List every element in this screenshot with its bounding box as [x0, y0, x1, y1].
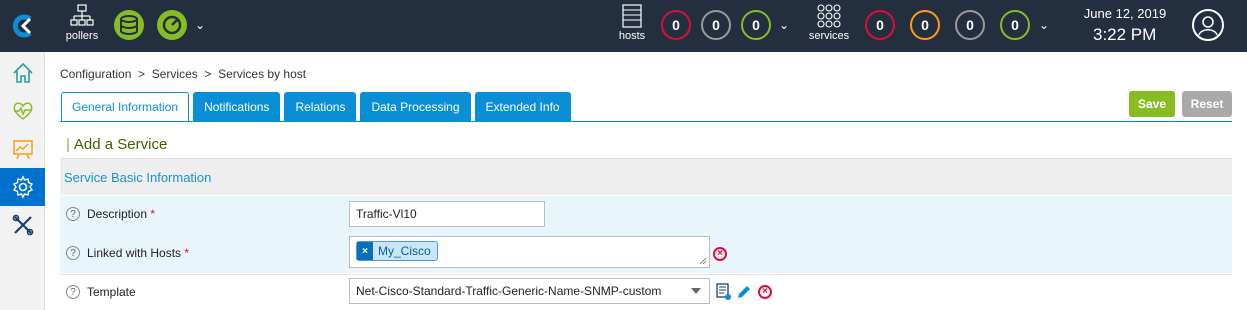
dropdown-arrow-icon — [691, 288, 701, 294]
sidebar-item-configuration[interactable] — [0, 168, 45, 206]
sidebar-item-home[interactable] — [0, 54, 45, 92]
hosts-down-count[interactable]: 0 — [661, 10, 691, 40]
form-title-text: Add a Service — [73, 136, 168, 153]
hosts-button[interactable]: hosts — [615, 4, 649, 42]
sidebar-item-monitoring[interactable] — [0, 92, 45, 130]
monitoring-icon — [13, 102, 32, 120]
hosts-server-icon — [622, 4, 642, 28]
clear-hosts-icon[interactable]: × — [713, 247, 727, 261]
description-input[interactable]: Traffic-Vl10 — [349, 201, 545, 227]
template-select[interactable]: Net-Cisco-Standard-Traffic-Generic-Name-… — [349, 278, 710, 304]
required-marker: * — [150, 207, 156, 221]
services-unknown-count[interactable]: 0 — [955, 10, 985, 40]
template-row: ? Template Net-Cisco-Standard-Traffic-Ge… — [60, 274, 1232, 310]
help-icon[interactable]: ? — [66, 285, 80, 299]
help-icon[interactable]: ? — [66, 246, 80, 260]
configuration-gear-icon — [12, 175, 33, 199]
tab-notifications[interactable]: Notifications — [193, 92, 281, 122]
sidebar-item-reporting[interactable] — [0, 130, 45, 168]
tabs-divider — [60, 121, 1232, 122]
remove-tag-icon[interactable]: × — [357, 242, 373, 260]
user-profile-icon[interactable] — [1192, 9, 1224, 41]
tab-general-information[interactable]: General Information — [61, 92, 190, 122]
linked-hosts-label: Linked with Hosts * — [87, 246, 190, 260]
hosts-label: hosts — [618, 30, 646, 42]
template-selected-value: Net-Cisco-Standard-Traffic-Generic-Name-… — [356, 284, 662, 298]
database-status-icon[interactable] — [114, 10, 144, 40]
section-header: Service Basic Information — [60, 159, 1232, 195]
view-template-icon[interactable] — [716, 283, 732, 301]
linked-hosts-input[interactable]: × My_Cisco — [349, 236, 710, 268]
breadcrumb: Configuration > Services > Services by h… — [60, 67, 307, 81]
section-header-text: Service Basic Information — [64, 170, 212, 185]
services-button[interactable]: services — [808, 4, 850, 42]
sidebar-item-administration[interactable] — [0, 206, 45, 244]
logo-icon — [12, 14, 32, 38]
hosts-up-count[interactable]: 0 — [741, 10, 771, 40]
description-row: ? Description * Traffic-Vl10 — [60, 196, 1232, 233]
tab-data-processing[interactable]: Data Processing — [360, 92, 471, 122]
linked-hosts-row: ? Linked with Hosts * × My_Cisco × — [60, 233, 1232, 273]
services-grid-icon — [817, 4, 841, 28]
hosts-chevron-down-icon[interactable]: ⌄ — [779, 18, 789, 32]
resize-handle-icon[interactable] — [699, 257, 707, 265]
administration-tools-icon — [12, 214, 33, 236]
reporting-icon — [12, 140, 33, 160]
chevron-down-icon[interactable]: ⌄ — [195, 18, 205, 32]
required-marker: * — [184, 246, 190, 260]
current-date: June 12, 2019 — [1083, 6, 1167, 21]
tab-relations[interactable]: Relations — [284, 92, 357, 122]
pollers-network-icon — [70, 4, 94, 26]
description-label: Description * — [87, 207, 156, 221]
help-icon[interactable]: ? — [66, 207, 80, 221]
save-button[interactable]: Save — [1129, 91, 1175, 117]
host-tag: × My_Cisco — [356, 241, 438, 261]
services-warning-count[interactable]: 0 — [910, 10, 940, 40]
clock: June 12, 2019 3:22 PM — [1080, 6, 1170, 45]
current-time: 3:22 PM — [1093, 25, 1157, 44]
services-critical-count[interactable]: 0 — [865, 10, 895, 40]
pollers-button[interactable]: pollers — [62, 4, 102, 42]
top-bar: pollers ⌄ hosts 0 0 0 ⌄ services 0 0 0 0… — [0, 0, 1247, 52]
home-icon — [12, 62, 33, 83]
pollers-label: pollers — [65, 30, 99, 42]
tab-bar: General Information Notifications Relati… — [61, 92, 571, 122]
form-title: | Add a Service — [66, 136, 168, 153]
edit-pencil-icon[interactable] — [736, 284, 752, 300]
tab-extended-info[interactable]: Extended Info — [474, 92, 571, 122]
sidebar — [0, 52, 45, 310]
centreon-logo[interactable] — [0, 0, 45, 52]
services-ok-count[interactable]: 0 — [1000, 10, 1030, 40]
hosts-unreachable-count[interactable]: 0 — [701, 10, 731, 40]
latency-gauge-icon[interactable] — [157, 10, 187, 40]
clear-template-icon[interactable]: × — [758, 285, 772, 299]
template-label: Template — [87, 285, 136, 299]
services-label: services — [808, 30, 850, 42]
reset-button[interactable]: Reset — [1182, 91, 1232, 117]
services-chevron-down-icon[interactable]: ⌄ — [1039, 18, 1049, 32]
host-tag-label: My_Cisco — [378, 244, 431, 258]
